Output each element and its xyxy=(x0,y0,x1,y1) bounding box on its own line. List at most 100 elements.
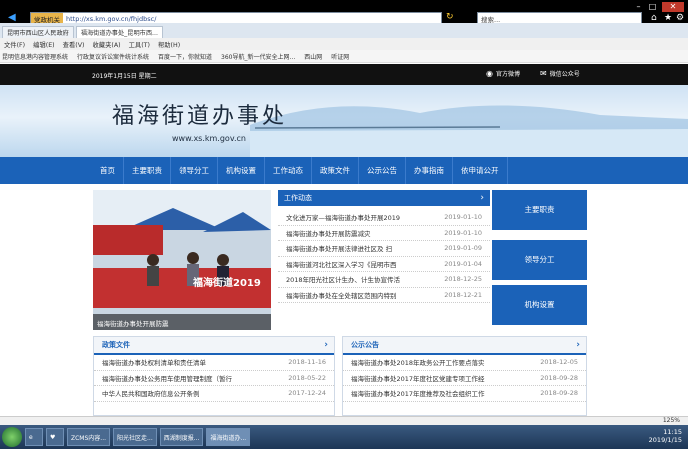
fav-link[interactable]: 昆明信息港内容管理系统 xyxy=(2,52,68,61)
item-title: 福海街道办事处在全处辖区范围内特别 xyxy=(286,291,397,300)
list-item[interactable]: 福海街道办事处开展法律进社区及 扫 2019-01-09 xyxy=(278,241,490,257)
news-photo[interactable]: 福海街道2019 福海街道办事处开展防震 xyxy=(93,190,271,330)
start-button[interactable] xyxy=(2,427,22,447)
item-date: 2018-12-25 xyxy=(444,275,482,284)
menu-help[interactable]: 帮助(H) xyxy=(158,40,180,49)
notice-title: 公示公告 xyxy=(351,341,379,349)
item-date: 2019-01-10 xyxy=(444,228,482,237)
tab-xishan-government[interactable]: 昆明市西山区人民政府 xyxy=(2,26,74,38)
wechat-link[interactable]: ✉ 微信公众号 xyxy=(540,69,580,78)
taskbar-app-label: 阳光社区走... xyxy=(117,434,153,442)
policy-panel: 政策文件 › 福海街道办事处权利清单和责任清单 2018-11-16 福海街道办事… xyxy=(93,336,335,416)
item-title: 福海街道办事处公务用车使用管理制度（暂行 xyxy=(102,374,232,383)
nav-leadership[interactable]: 领导分工 xyxy=(171,157,218,184)
fav-link[interactable]: 西山网 xyxy=(304,52,322,61)
list-item[interactable]: 福海街道办事处开展防震减灾 2019-01-10 xyxy=(278,226,490,241)
list-item[interactable]: 中华人民共和国政府信息公开条例 2017-12-24 xyxy=(94,386,334,402)
item-date: 2018-09-28 xyxy=(540,373,578,382)
system-clock[interactable]: 11:15 2019/1/15 xyxy=(649,428,682,444)
browser-status-bar: 125% xyxy=(0,416,688,425)
ie-icon[interactable]: e xyxy=(25,428,43,446)
nav-request-disclosure[interactable]: 依申请公开 xyxy=(453,157,508,184)
list-item[interactable]: 文化进万家—福海街道办事处开展2019 2019-01-10 xyxy=(278,210,490,226)
organization-button[interactable]: 机构设置 xyxy=(492,285,587,325)
policy-title: 政策文件 xyxy=(102,341,130,349)
taskbar: e ♥ ZCMS内容... 阳光社区走... 西湖制度报... 福海街道办...… xyxy=(0,425,688,449)
item-title: 福海街道办事处权利清单和责任清单 xyxy=(102,359,206,368)
item-date: 2019-01-04 xyxy=(444,259,482,268)
item-date: 2018-09-28 xyxy=(540,389,578,398)
list-item[interactable]: 福海街道河北社区深入学习《昆明市西 2019-01-04 xyxy=(278,257,490,272)
weibo-label: 官方微博 xyxy=(495,71,520,78)
menu-view[interactable]: 查看(V) xyxy=(63,40,85,49)
list-item[interactable]: 福海街道办事处权利清单和责任清单 2018-11-16 xyxy=(94,355,334,371)
item-title: 福海街道办事处开展防震减灾 xyxy=(286,229,371,238)
item-title: 2018年阳光社区计生办、计生协宣传活 xyxy=(286,276,401,285)
settings-gear-icon[interactable]: ⚙ xyxy=(676,13,684,23)
site-banner: 福海街道办事处 www.xs.km.gov.cn xyxy=(0,85,688,157)
leadership-button[interactable]: 领导分工 xyxy=(492,240,587,280)
menu-bar: 文件(F) 编辑(E) 查看(V) 收藏夹(A) 工具(T) 帮助(H) xyxy=(0,38,688,50)
fav-link[interactable]: 行政复议诉讼案件统计系统 xyxy=(77,52,149,61)
nav-home[interactable]: 首页 xyxy=(92,157,124,184)
weibo-link[interactable]: ◉ 官方微博 xyxy=(486,69,520,78)
weibo-icon: ◉ xyxy=(486,69,493,78)
nav-notices[interactable]: 公示公告 xyxy=(359,157,406,184)
more-chevron-icon[interactable]: › xyxy=(480,190,484,206)
item-title: 福海街道办事处2018年政务公开工作要点落实 xyxy=(351,359,485,368)
item-title: 福海街道办事处开展法律进社区及 扫 xyxy=(286,245,393,254)
menu-tools[interactable]: 工具(T) xyxy=(129,40,150,49)
favorites-star-icon[interactable]: ★ xyxy=(664,13,672,23)
nav-duties[interactable]: 主要职责 xyxy=(124,157,171,184)
item-title: 福海街道办事处2017年度社区党建专项工作经 xyxy=(351,374,485,383)
list-item[interactable]: 福海街道办事处2017年度社区党建专项工作经 2018-09-28 xyxy=(343,371,586,386)
item-date: 2018-12-21 xyxy=(444,290,482,299)
fav-link[interactable]: 百度一下，你就知道 xyxy=(158,52,212,61)
more-chevron-icon[interactable]: › xyxy=(576,337,580,353)
tab-strip: 昆明市西山区人民政府 福海街道办事处_昆明市西... xyxy=(0,23,688,38)
close-icon[interactable]: ✕ xyxy=(662,2,684,12)
fav-link[interactable]: 听证网 xyxy=(331,52,349,61)
tab-fuhai-subdistrict[interactable]: 福海街道办事处_昆明市西... xyxy=(75,26,163,38)
nav-news[interactable]: 工作动态 xyxy=(265,157,312,184)
notice-header: 公示公告 › xyxy=(343,337,586,355)
item-date: 2018-11-16 xyxy=(288,358,326,367)
menu-favorites[interactable]: 收藏夹(A) xyxy=(92,40,120,49)
taskbar-app[interactable]: 福海街道办... xyxy=(206,428,251,446)
minimize-icon[interactable]: – xyxy=(632,2,645,12)
home-icon[interactable]: ⌂ xyxy=(651,13,657,23)
menu-file[interactable]: 文件(F) xyxy=(4,40,25,49)
maximize-icon[interactable]: □ xyxy=(646,2,659,12)
duties-button[interactable]: 主要职责 xyxy=(492,190,587,230)
nav-service-guide[interactable]: 办事指南 xyxy=(406,157,453,184)
list-item[interactable]: 福海街道办事处在全处辖区范围内特别 2018-12-21 xyxy=(278,288,490,303)
wechat-icon: ✉ xyxy=(540,69,547,78)
fav-link[interactable]: 360导航_新一代安全上网... xyxy=(221,52,295,61)
item-date: 2019-01-09 xyxy=(444,244,482,253)
list-item[interactable]: 福海街道办事处公务用车使用管理制度（暂行 2018-05-22 xyxy=(94,371,334,386)
list-item[interactable]: 福海街道办事处2017年度推荐及社会组织工作 2018-09-28 xyxy=(343,386,586,402)
taskbar-app[interactable]: ZCMS内容... xyxy=(67,428,111,446)
favorites-bar: 昆明信息港内容管理系统 行政复议诉讼案件统计系统 百度一下，你就知道 360导航… xyxy=(0,50,688,63)
site-top-strip: 2019年1月15日 星期二 ◉ 官方微博 ✉ 微信公众号 xyxy=(0,64,688,85)
work-news-header: 工作动态 › xyxy=(278,190,490,206)
item-date: 2018-12-05 xyxy=(540,358,578,367)
item-date: 2019-01-10 xyxy=(444,213,482,222)
nav-organization[interactable]: 机构设置 xyxy=(218,157,265,184)
list-item[interactable]: 2018年阳光社区计生办、计生协宣传活 2018-12-25 xyxy=(278,272,490,288)
taskbar-app[interactable]: 西湖制度报... xyxy=(159,428,204,446)
site-url: www.xs.km.gov.cn xyxy=(172,134,246,143)
item-date: 2018-05-22 xyxy=(288,373,326,382)
zoom-level[interactable]: 125% xyxy=(663,417,680,424)
list-item[interactable]: 福海街道办事处2018年政务公开工作要点落实 2018-12-05 xyxy=(343,355,586,371)
item-title: 福海街道办事处2017年度推荐及社会组织工作 xyxy=(351,390,485,399)
nav-policy[interactable]: 政策文件 xyxy=(312,157,359,184)
photo-banner-text: 福海街道2019 xyxy=(193,278,261,289)
taskbar-app[interactable]: 阳光社区走... xyxy=(113,428,157,446)
refresh-icon[interactable]: ↻ xyxy=(446,12,454,22)
clock-date: 2019/1/15 xyxy=(648,436,682,444)
more-chevron-icon[interactable]: › xyxy=(324,337,328,353)
menu-edit[interactable]: 编辑(E) xyxy=(33,40,55,49)
qq-icon[interactable]: ♥ xyxy=(46,428,64,446)
site-title: 福海街道办事处 xyxy=(112,104,288,129)
